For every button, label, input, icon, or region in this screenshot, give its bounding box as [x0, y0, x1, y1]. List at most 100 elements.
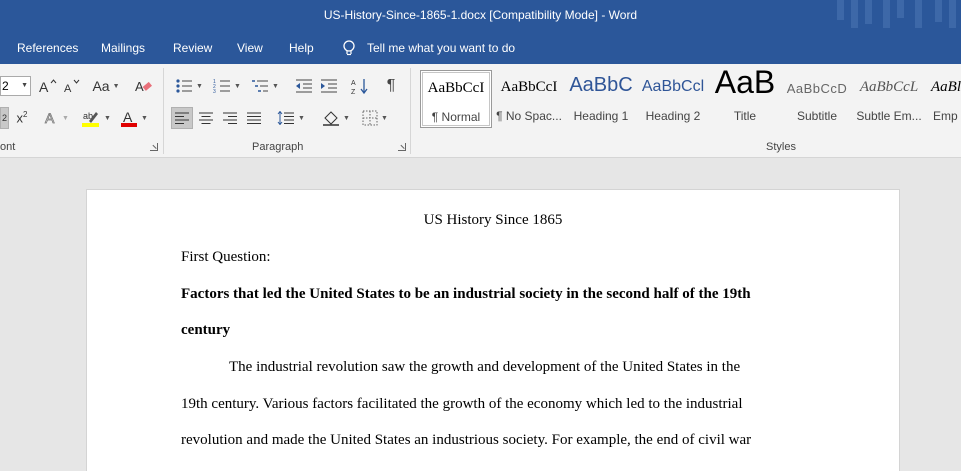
paragraph-dialog-launcher[interactable] [398, 143, 406, 151]
svg-text:Z: Z [351, 89, 356, 95]
change-case-button[interactable]: Aa ▼ [89, 75, 123, 97]
body-text-line-1: The industrial revolution saw the growth… [229, 359, 741, 375]
style-normal[interactable]: AaBbCcI ¶ Normal [420, 70, 492, 128]
body-text-line-3: revolution and made the United States an… [181, 432, 752, 448]
svg-text:A: A [45, 110, 55, 126]
style-subtle-emphasis[interactable]: AaBbCcL Subtle Em... [853, 70, 925, 128]
title-bar-pattern [831, 0, 961, 32]
font-size-select[interactable]: 2 ▼ [0, 76, 31, 96]
style-name: Subtitle [796, 109, 838, 123]
ribbon: 2 ▼ A A Aa ▼ A 2 x2 A ▼ ab ▼ A ▼ ont ▼ 1… [0, 64, 961, 158]
tab-review[interactable]: Review [173, 41, 212, 55]
tell-me-search[interactable]: Tell me what you want to do [342, 40, 515, 56]
style-sample: AaBbCcL [859, 79, 919, 95]
chevron-down-icon: ▼ [298, 114, 305, 122]
numbering-button[interactable]: 1 2 3 ▼ [210, 75, 244, 97]
tell-me-label: Tell me what you want to do [367, 41, 516, 55]
style-title[interactable]: AaB Title [709, 70, 781, 128]
group-separator [410, 68, 411, 154]
lightbulb-icon [343, 40, 355, 56]
section-heading-line-1: Factors that led the United States to be… [181, 286, 751, 302]
numbering-icon: 1 2 3 [213, 79, 231, 94]
tab-references[interactable]: References [17, 41, 78, 55]
styles-group-label: Styles [766, 141, 796, 153]
align-right-icon [223, 112, 237, 124]
tab-mailings[interactable]: Mailings [101, 41, 145, 55]
bullets-icon [176, 79, 193, 93]
chevron-down-icon: ▼ [104, 114, 111, 122]
document-area[interactable]: US History Since 1865 First Question: Fa… [0, 158, 961, 471]
style-sample: AaBbC [569, 74, 633, 96]
align-left-icon [175, 112, 189, 124]
line-spacing-icon [277, 111, 295, 125]
style-heading-1[interactable]: AaBbC Heading 1 [565, 70, 637, 128]
style-sample: AaBl [931, 79, 961, 95]
document-page[interactable]: US History Since 1865 First Question: Fa… [86, 189, 900, 471]
svg-text:A: A [135, 79, 144, 94]
text-effects-button[interactable]: A ▼ [41, 107, 71, 129]
subscript-button[interactable]: 2 [0, 107, 9, 129]
chevron-down-icon: ▼ [343, 114, 350, 122]
grow-font-button[interactable]: A [36, 75, 60, 97]
style-subtitle[interactable]: AaBbCcD Subtitle [781, 70, 853, 128]
window-title: US-History-Since-1865-1.docx [Compatibil… [323, 8, 638, 22]
bullets-button[interactable]: ▼ [172, 75, 206, 97]
style-emphasis[interactable]: AaBl Emp [925, 70, 961, 128]
sort-button[interactable]: AZ [349, 75, 371, 97]
style-name: Heading 1 [573, 109, 629, 123]
font-group-label: ont [0, 141, 16, 153]
svg-text:3: 3 [213, 89, 216, 94]
shading-button[interactable]: ▼ [319, 107, 353, 129]
pilcrow-icon: ¶ [386, 77, 396, 94]
shrink-font-icon: A [64, 79, 80, 94]
chevron-down-icon: ▼ [62, 114, 69, 122]
style-name: ¶ No Spac... [496, 109, 562, 123]
styles-gallery: AaBbCcI ¶ Normal AaBbCcI ¶ No Spac... Aa… [420, 70, 961, 130]
clear-formatting-button[interactable]: A [131, 75, 157, 97]
style-sample: AaBbCcI [500, 79, 558, 95]
question-label: First Question: [181, 249, 271, 265]
font-color-icon: A [121, 109, 138, 127]
tab-view[interactable]: View [237, 41, 263, 55]
style-name: Emp [933, 109, 958, 123]
svg-text:A: A [64, 83, 72, 94]
chevron-down-icon: ▼ [21, 82, 28, 89]
section-heading-line-2: century [181, 322, 231, 338]
decrease-indent-button[interactable] [293, 75, 315, 97]
justify-button[interactable] [243, 107, 265, 129]
align-center-icon [199, 112, 213, 124]
style-name: Heading 2 [645, 109, 701, 123]
document-title: US History Since 1865 [423, 212, 563, 228]
highlight-color-button[interactable]: ab ▼ [79, 107, 113, 129]
align-left-button[interactable] [171, 107, 193, 129]
shrink-font-button[interactable]: A [60, 75, 84, 97]
tab-help[interactable]: Help [289, 41, 314, 55]
borders-button[interactable]: ▼ [358, 107, 392, 129]
style-name: Title [733, 109, 757, 123]
style-sample: AaBbCcl [641, 78, 705, 95]
show-formatting-button[interactable]: ¶ [380, 75, 402, 97]
body-text-line-2: 19th century. Various factors facilitate… [181, 396, 743, 412]
style-name: ¶ Normal [431, 110, 481, 124]
style-no-spacing[interactable]: AaBbCcI ¶ No Spac... [493, 70, 565, 128]
chevron-down-icon: ▼ [141, 114, 148, 122]
style-sample: AaBbCcD [786, 81, 848, 96]
svg-text:A: A [123, 109, 133, 125]
increase-indent-icon [321, 79, 337, 93]
align-center-button[interactable] [195, 107, 217, 129]
superscript-button[interactable]: x2 [12, 107, 32, 129]
align-right-button[interactable] [219, 107, 241, 129]
increase-indent-button[interactable] [318, 75, 340, 97]
multilevel-list-button[interactable]: ▼ [248, 75, 282, 97]
paint-bucket-icon [323, 111, 340, 126]
line-spacing-button[interactable]: ▼ [274, 107, 308, 129]
svg-text:A: A [39, 79, 49, 94]
group-separator [163, 68, 164, 154]
font-dialog-launcher[interactable] [150, 143, 158, 151]
font-size-value: 2 [2, 79, 9, 93]
chevron-down-icon: ▼ [381, 114, 388, 122]
title-bar: US-History-Since-1865-1.docx [Compatibil… [0, 0, 961, 32]
borders-icon [362, 110, 378, 126]
style-heading-2[interactable]: AaBbCcl Heading 2 [637, 70, 709, 128]
font-color-button[interactable]: A ▼ [117, 107, 151, 129]
